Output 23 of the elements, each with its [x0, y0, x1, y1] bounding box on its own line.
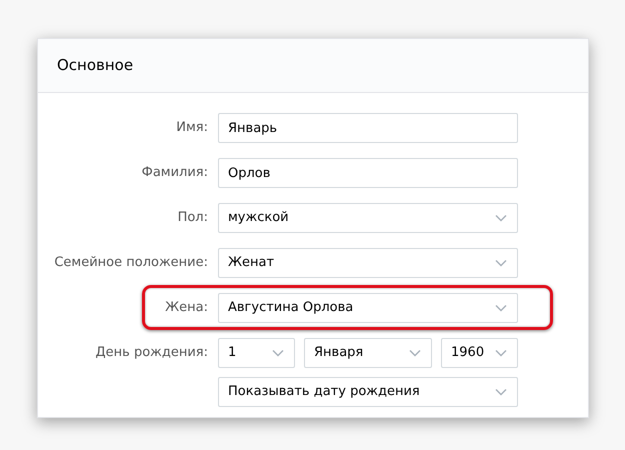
field-label: Пол: [176, 209, 208, 228]
field-label: Имя: [175, 119, 208, 138]
chevron-down-icon [495, 214, 507, 222]
field-label: Фамилия: [140, 164, 208, 182]
dropdown[interactable]: Женат [218, 248, 518, 278]
dropdown[interactable]: 1960 [441, 338, 518, 368]
dropdown[interactable]: мужской [218, 203, 518, 233]
text-field[interactable]: Январь [218, 113, 518, 143]
field-label: Жена: [164, 299, 208, 318]
dropdown[interactable]: Показывать дату рождения [218, 377, 518, 407]
dropdown[interactable]: Января [304, 338, 432, 368]
field-label: День рождения: [94, 344, 208, 362]
text-field[interactable]: Орлов [218, 158, 518, 188]
chevron-down-icon [409, 349, 421, 357]
chevron-down-icon [495, 304, 507, 312]
dropdown[interactable]: 1 [218, 338, 295, 368]
chevron-down-icon [495, 259, 507, 267]
dropdown[interactable]: Августина Орлова [218, 293, 518, 323]
chevron-down-icon [495, 388, 507, 396]
chevron-down-icon [495, 349, 507, 357]
section-title: Основное [57, 55, 134, 76]
field-label: Семейное положение: [53, 254, 208, 272]
chevron-down-icon [272, 349, 284, 357]
